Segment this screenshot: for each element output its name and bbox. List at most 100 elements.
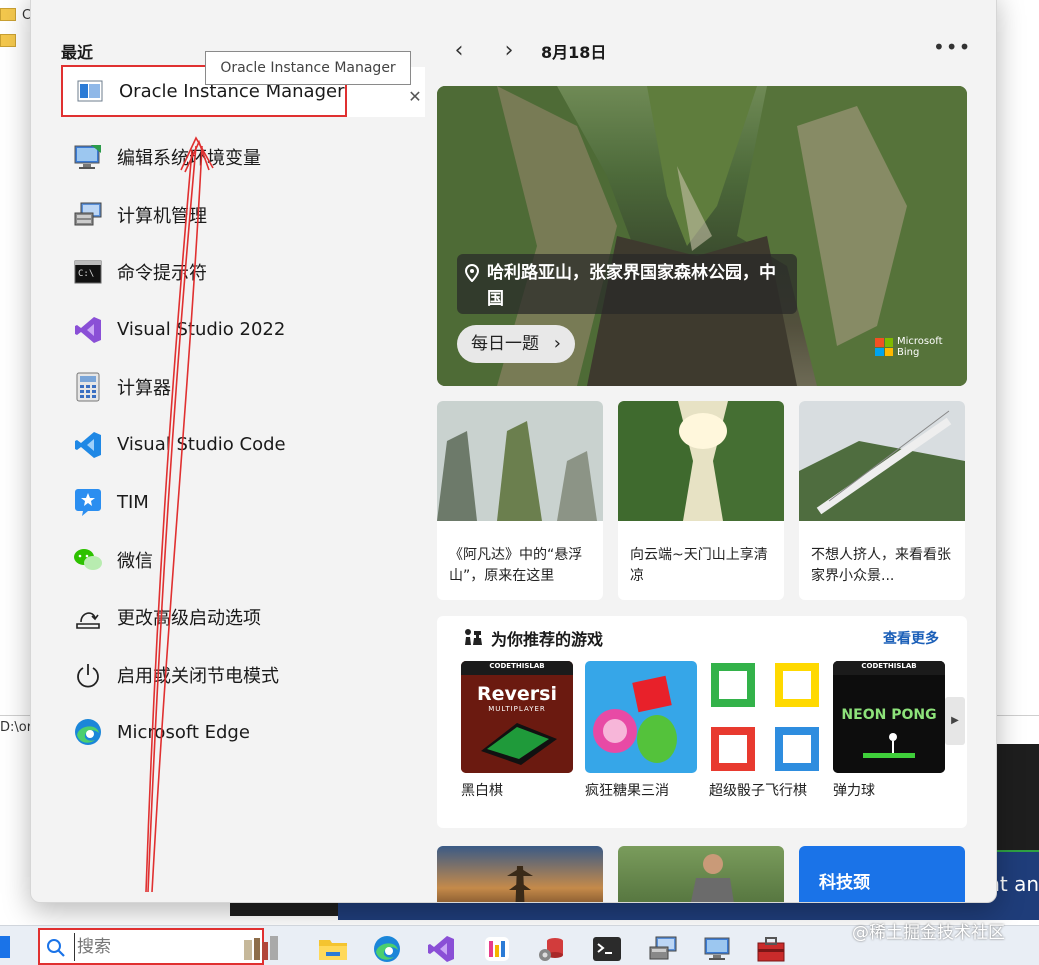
bing-brand-line1: Microsoft (897, 336, 943, 347)
news-card[interactable]: 不想人挤人，来看看张家界小众景... (799, 401, 965, 600)
recent-item-command-prompt[interactable]: C:\ 命令提示符 (61, 244, 431, 302)
news-title: 《阿凡达》中的“悬浮山”，原来在这里 (449, 547, 583, 584)
recent-item-label: 编辑系统环境变量 (117, 148, 261, 170)
edge-taskbar-icon[interactable] (370, 932, 404, 965)
system-env-icon (73, 142, 103, 172)
background-path-fragment: D:\or (0, 720, 33, 735)
vscode-icon (73, 430, 103, 460)
terminal-icon[interactable] (590, 932, 624, 965)
recent-item-power-saving[interactable]: 启用或关闭节电模式 (61, 646, 431, 704)
more-options-icon[interactable]: ••• (933, 35, 971, 59)
tim-icon (73, 487, 103, 517)
recent-item-label: 启用或关闭节电模式 (117, 665, 279, 687)
taskbar-search-box[interactable] (38, 928, 278, 965)
next-chevron-icon[interactable]: › (499, 40, 519, 62)
folder-icon (0, 8, 16, 21)
search-highlight-image (244, 936, 278, 960)
game-tile-subtitle: MULTIPLAYER (488, 705, 546, 713)
see-more-link[interactable]: 查看更多 (883, 628, 939, 648)
date-label: 8月18日 (541, 43, 607, 62)
game-tile-reversi[interactable]: CODETHISLAB Reversi MULTIPLAYER (461, 661, 573, 773)
database-gear-icon[interactable] (534, 932, 568, 965)
game-tile-neon-pong[interactable]: CODETHISLAB NEON PONG (833, 661, 945, 773)
recent-item-wechat[interactable]: 微信 (61, 531, 431, 589)
computer-management-taskbar-icon[interactable] (646, 932, 680, 965)
pagoda-image (507, 866, 533, 902)
previous-chevron-icon[interactable]: ‹ (449, 40, 469, 62)
calculator-icon (73, 372, 103, 402)
recent-item-label: 命令提示符 (117, 263, 207, 285)
chevron-right-icon: › (553, 333, 561, 354)
toolbox-icon[interactable] (754, 932, 788, 965)
game-tile-title: Reversi (477, 683, 557, 705)
reversi-artwork (461, 661, 573, 773)
recent-item-advanced-startup[interactable]: 更改高级启动选项 (61, 589, 431, 647)
news-card[interactable]: 《阿凡达》中的“悬浮山”，原来在这里 (437, 401, 603, 600)
recent-item-visual-studio-2022[interactable]: Visual Studio 2022 (61, 301, 431, 359)
recent-item-label: 计算器 (117, 378, 171, 400)
location-caption[interactable]: 哈利路亚山，张家界国家森林公园，中国 (457, 254, 797, 314)
news-image (799, 401, 965, 521)
search-input[interactable] (74, 933, 224, 961)
recent-heading: 最近 (61, 43, 94, 62)
network-computer-icon[interactable] (700, 932, 734, 965)
bottom-news-card[interactable] (437, 846, 603, 902)
game-badge: CODETHISLAB (489, 662, 545, 670)
hero-card[interactable]: 哈利路亚山，张家界国家森林公园，中国 每日一题 › Microsoft Bing (437, 86, 967, 386)
game-tile-title: NEON PONG (841, 707, 937, 723)
recent-item-calculator[interactable]: 计算器 (61, 359, 431, 417)
game-label[interactable]: 超级骰子飞行棋 (709, 780, 807, 800)
bottom-news-card[interactable] (618, 846, 784, 902)
bottom-news-card[interactable]: 科技颈 (799, 846, 965, 902)
news-image (437, 401, 603, 521)
microsoft-logo-icon (875, 338, 893, 356)
game-label[interactable]: 疯狂糖果三消 (585, 780, 669, 800)
visual-studio-icon (73, 315, 103, 345)
recent-item-label: 计算机管理 (117, 205, 207, 227)
file-explorer-icon[interactable] (316, 932, 350, 965)
ludo-artwork (709, 661, 821, 773)
recent-item-edit-system-env[interactable]: 编辑系统环境变量 (61, 129, 431, 187)
microsoft-bing-logo: Microsoft Bing (875, 336, 943, 358)
search-icon (46, 938, 66, 962)
game-badge: CODETHISLAB (861, 662, 917, 670)
news-card[interactable]: 向云端~天门山上享清凉 (618, 401, 784, 600)
command-prompt-icon: C:\ (73, 257, 103, 287)
recent-item-label: Visual Studio Code (117, 434, 286, 456)
game-label[interactable]: 黑白棋 (461, 780, 503, 800)
recent-item-microsoft-edge[interactable]: Microsoft Edge (61, 704, 431, 762)
news-title: 向云端~天门山上享清凉 (630, 547, 768, 584)
chess-pieces-icon (463, 628, 483, 650)
bottom-card-label: 科技颈 (819, 873, 870, 893)
game-label[interactable]: 弹力球 (833, 780, 875, 800)
start-menu: 最近 Oracle Instance Manager 编辑系统环境变量 计算机管… (30, 0, 997, 903)
recent-item-visual-studio-code[interactable]: Visual Studio Code (61, 416, 431, 474)
recent-item-label: 更改高级启动选项 (117, 608, 261, 630)
windows-start-icon[interactable] (0, 936, 10, 958)
power-icon (73, 660, 103, 690)
recent-item-tim[interactable]: TIM (61, 474, 431, 532)
app-taskbar-icon[interactable] (480, 932, 514, 965)
bing-brand-line2: Bing (897, 347, 920, 358)
recent-item-label: Visual Studio 2022 (117, 319, 286, 341)
news-title: 不想人挤人，来看看张家界小众景... (811, 547, 951, 584)
edge-icon (73, 717, 103, 747)
daily-quiz-label: 每日一题 (471, 334, 539, 354)
recent-item-label: TIM (117, 491, 149, 513)
person-image (690, 854, 734, 902)
games-panel: 为你推荐的游戏 查看更多 CODETHISLAB Reversi MULTIPL… (437, 616, 967, 828)
recent-item-label: Microsoft Edge (117, 721, 250, 743)
recent-list: Oracle Instance Manager 编辑系统环境变量 计算机管理 C… (61, 65, 431, 762)
recent-item-computer-management[interactable]: 计算机管理 (61, 186, 431, 244)
visual-studio-taskbar-icon[interactable] (424, 932, 458, 965)
news-image (618, 401, 784, 521)
oracle-icon (75, 76, 105, 106)
game-tile-ludo[interactable] (709, 661, 821, 773)
scroll-right-icon[interactable]: ▶ (945, 697, 965, 745)
remove-recent-close-icon[interactable]: ✕ (405, 87, 425, 107)
game-tile-candy-crush[interactable] (585, 661, 697, 773)
recent-item-label: 微信 (117, 550, 153, 572)
daily-quiz-button[interactable]: 每日一题 › (457, 325, 575, 363)
svg-text:C:\: C:\ (78, 269, 94, 279)
games-heading: 为你推荐的游戏 (491, 630, 604, 649)
